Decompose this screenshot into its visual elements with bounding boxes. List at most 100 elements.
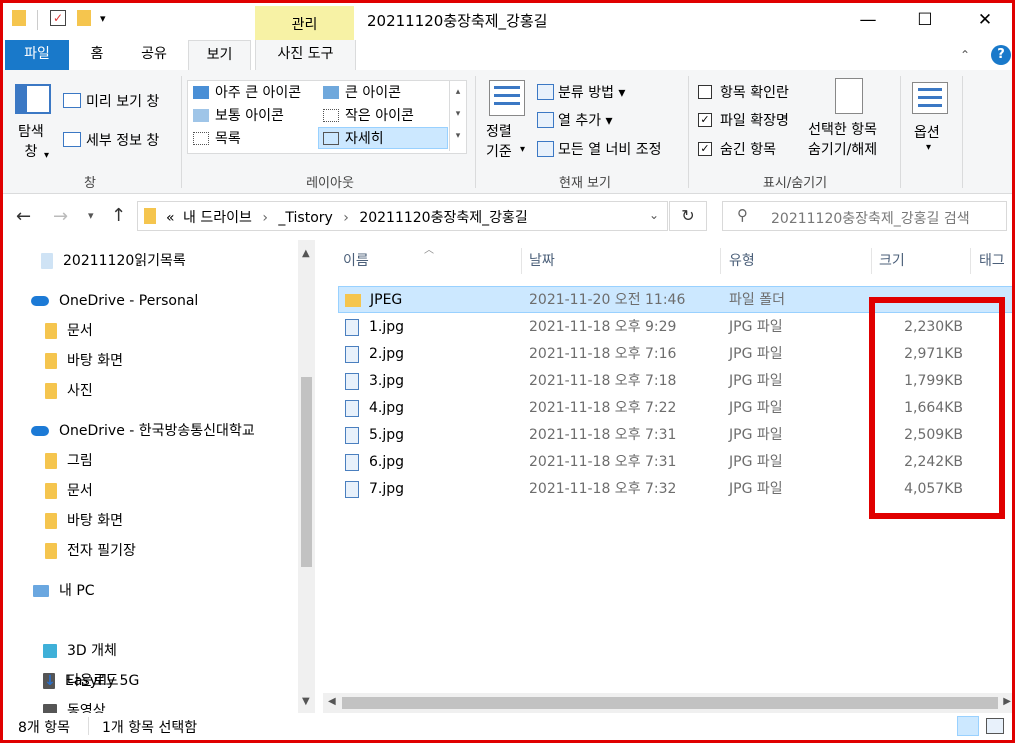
group-by-button[interactable]: 분류 방법 ▾ — [558, 82, 625, 102]
item-checkboxes-checkbox[interactable] — [698, 85, 712, 99]
tab-home[interactable]: 홈 — [82, 40, 112, 70]
maximize-button[interactable]: ☐ — [902, 0, 948, 40]
recent-locations-icon[interactable]: ▾ — [88, 209, 94, 222]
folder-icon — [45, 513, 57, 529]
tab-picture-tools[interactable]: 사진 도구 — [255, 40, 356, 70]
image-file-icon — [345, 481, 359, 498]
column-header-date[interactable]: 날짜 — [529, 240, 555, 282]
details-view-icon[interactable] — [957, 716, 979, 736]
nav-item-videos[interactable]: 동영상 — [43, 697, 106, 713]
new-folder-icon[interactable] — [77, 10, 91, 26]
layout-scroll-icon[interactable]: ▴ ▾ ▾ — [449, 81, 466, 151]
breadcrumb-item[interactable]: 내 드라이브 — [183, 210, 252, 226]
file-extensions-checkbox[interactable]: ✓ — [698, 113, 712, 127]
tab-file[interactable]: 파일 — [5, 40, 69, 70]
nav-item-3d-objects[interactable]: 3D 개체 — [43, 637, 117, 665]
breadcrumb-item[interactable]: _Tistory — [278, 210, 332, 226]
minimize-button[interactable]: — — [845, 0, 891, 40]
properties-icon[interactable]: ✓ — [50, 10, 66, 26]
tab-view[interactable]: 보기 — [188, 40, 251, 71]
nav-item-pictures[interactable]: 사진 — [45, 377, 93, 405]
layout-details[interactable]: 자세히 — [318, 127, 448, 149]
add-columns-button[interactable]: 열 추가 ▾ — [558, 110, 613, 130]
highlight-annotation — [869, 297, 1005, 519]
close-button[interactable]: ✕ — [962, 0, 1008, 40]
layout-medium-icons[interactable]: 보통 아이콘 — [189, 105, 317, 127]
selected-count: 1개 항목 선택함 — [102, 720, 198, 736]
folder-icon — [45, 483, 57, 499]
details-pane-button[interactable]: 세부 정보 창 — [86, 130, 159, 150]
nav-item-reading-list[interactable]: 20211120읽기목록 — [41, 247, 186, 275]
scroll-down-icon[interactable]: ▼ — [302, 696, 310, 707]
hidden-items-checkbox[interactable]: ✓ — [698, 142, 712, 156]
scrollbar-thumb[interactable] — [342, 697, 998, 709]
nav-item-documents[interactable]: 문서 — [45, 477, 93, 505]
hide-selected-icon — [835, 78, 863, 114]
column-divider[interactable] — [970, 248, 971, 274]
horizontal-scrollbar[interactable]: ◀ ▶ — [323, 693, 1015, 713]
scrollbar-thumb[interactable] — [301, 377, 312, 567]
layout-list[interactable]: 목록 — [189, 128, 317, 150]
cloud-folder-icon — [41, 253, 53, 269]
options-button[interactable]: 옵션 — [914, 122, 940, 142]
navigation-pane: 20211120읽기목록 OneDrive - Personal 문서 바탕 화… — [0, 240, 318, 713]
group-by-icon — [537, 84, 554, 100]
chevron-down-icon: ▾ — [926, 142, 932, 153]
group-label-show-hide: 표시/숨기기 — [762, 176, 828, 191]
navigation-pane-icon[interactable] — [15, 84, 51, 114]
image-file-icon — [345, 319, 359, 336]
nav-item-onedrive-personal[interactable]: OneDrive - Personal — [31, 287, 198, 315]
column-header-size[interactable]: 크기 — [879, 240, 905, 282]
ribbon: 탐색 창 ▾ 미리 보기 창 세부 정보 창 창 아주 큰 아이콘 큰 아이콘 … — [0, 70, 1015, 194]
breadcrumb-separator-icon: › — [262, 210, 268, 226]
navigation-pane-button[interactable]: 탐색 창 — [18, 122, 44, 162]
scroll-left-icon[interactable]: ◀ — [328, 696, 336, 707]
sort-by-button[interactable]: 정렬 기준 — [486, 122, 512, 162]
nav-item-this-pc[interactable]: 내 PC — [33, 577, 95, 605]
help-icon[interactable]: ? — [991, 45, 1011, 65]
ribbon-tabs: 파일 홈 공유 보기 사진 도구 ⌃ ? — [0, 40, 1015, 71]
scroll-up-icon[interactable]: ▲ — [302, 248, 310, 259]
refresh-icon[interactable]: ↻ — [669, 201, 707, 231]
breadcrumb-overflow[interactable]: « — [166, 210, 175, 226]
nav-item-documents[interactable]: 문서 — [45, 317, 93, 345]
large-icons-view-icon[interactable] — [986, 718, 1004, 734]
chevron-down-icon: ▾ — [520, 144, 526, 155]
nav-item-downloads[interactable]: ↓ 다운로드 — [43, 667, 118, 695]
collapse-ribbon-icon[interactable]: ⌃ — [960, 48, 970, 62]
layout-extra-large-icons[interactable]: 아주 큰 아이콘 — [189, 82, 317, 104]
tab-share[interactable]: 공유 — [132, 40, 176, 70]
search-box[interactable]: ⚲ 20211120충장축제_강홍길 검색 — [722, 201, 1007, 231]
preview-pane-icon — [63, 93, 81, 108]
nav-item-onedrive-knou[interactable]: OneDrive - 한국방송통신대학교 — [31, 417, 255, 445]
column-divider[interactable] — [720, 248, 721, 274]
back-arrow-icon[interactable]: ← — [16, 206, 31, 227]
address-bar[interactable]: « 내 드라이브 › _Tistory › 20211120충장축제_강홍길 ⌄ — [137, 201, 668, 231]
column-divider[interactable] — [521, 248, 522, 274]
nav-item-notebooks[interactable]: 전자 필기장 — [45, 537, 136, 565]
address-dropdown-icon[interactable]: ⌄ — [649, 208, 659, 222]
column-header-name[interactable]: 이름 — [343, 240, 369, 282]
group-divider — [962, 76, 963, 188]
preview-pane-button[interactable]: 미리 보기 창 — [86, 91, 159, 111]
nav-item-desktop[interactable]: 바탕 화면 — [45, 507, 123, 535]
size-all-columns-button[interactable]: 모든 열 너비 조정 — [558, 139, 662, 159]
scroll-right-icon[interactable]: ▶ — [1003, 696, 1011, 707]
manage-context-tab[interactable]: 관리 — [255, 6, 354, 40]
nav-item-pictures[interactable]: 그림 — [45, 447, 93, 475]
pc-icon — [33, 585, 49, 597]
breadcrumb-item[interactable]: 20211120충장축제_강홍길 — [359, 210, 527, 226]
column-divider[interactable] — [871, 248, 872, 274]
hide-selected-items-button[interactable]: 선택한 항목 숨기기/해제 — [808, 120, 877, 160]
add-columns-icon — [537, 112, 554, 128]
up-arrow-icon[interactable]: ↑ — [111, 205, 126, 226]
column-header-tags[interactable]: 태그 — [979, 240, 1005, 282]
customize-quick-access-icon[interactable]: ▾ — [100, 12, 106, 32]
navigation-scrollbar[interactable]: ▲ ▼ — [298, 240, 315, 713]
column-header-type[interactable]: 유형 — [729, 240, 755, 282]
forward-arrow-icon[interactable]: → — [53, 206, 68, 227]
layout-large-icons[interactable]: 큰 아이콘 — [319, 82, 447, 104]
nav-item-desktop[interactable]: 바탕 화면 — [45, 347, 123, 375]
layout-small-icons[interactable]: 작은 아이콘 — [319, 105, 447, 127]
toolbar-divider — [37, 10, 38, 30]
